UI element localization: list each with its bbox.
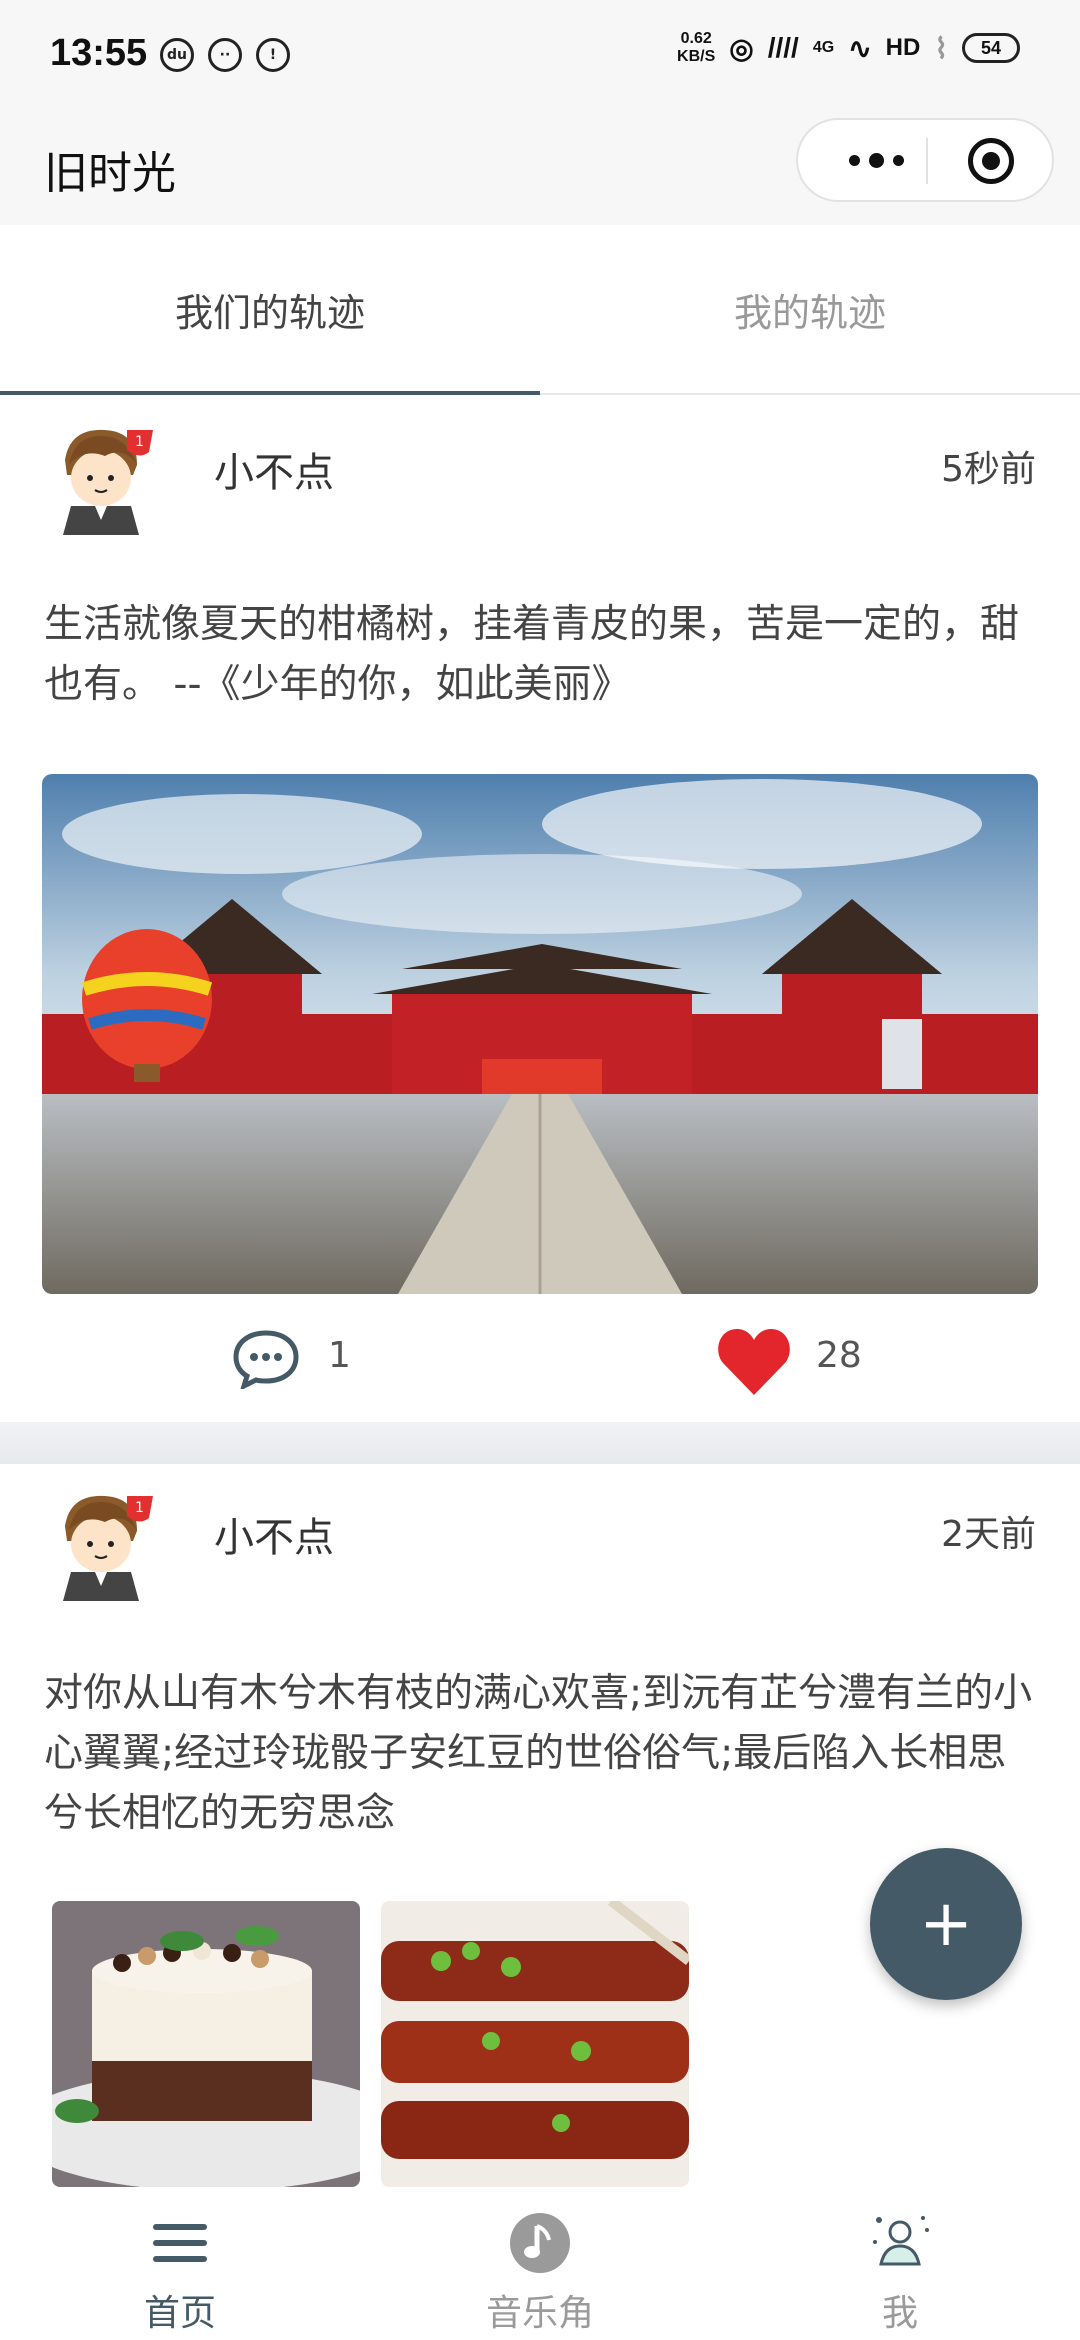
post-username: 小不点 [214, 450, 334, 496]
network-type: 4G [812, 39, 835, 56]
post-actions: 1 28 [0, 1325, 1080, 1405]
du-app-icon: du [160, 38, 194, 72]
post-image-cake[interactable] [52, 1901, 360, 2187]
net-speed: 0.62 KB/S [677, 30, 716, 65]
heart-icon[interactable] [715, 1325, 793, 1397]
status-system-icons: 0.62 KB/S ◎ //// 4G ∿ HD ⌇ 54 [677, 30, 1020, 66]
post-card: 1 小不点 5秒前 生活就像夏天的柑橘树，挂着青皮的果，苦是一定的，甜也有。 -… [0, 395, 1080, 1422]
page-title: 旧时光 [44, 148, 176, 199]
like-count: 28 [816, 1335, 862, 1376]
svg-text:1: 1 [135, 434, 144, 450]
post-text: 对你从山有木兮木有枝的满心欢喜;到沅有芷兮澧有兰的小心翼翼;经过玲珑骰子安红豆的… [44, 1671, 1033, 1836]
tab-music[interactable]: 音乐角 [360, 2190, 720, 2340]
wave-icon: ∿ [848, 32, 872, 64]
add-post-button[interactable]: + [870, 1848, 1022, 2000]
capsule-divider [926, 138, 928, 184]
post-time: 2天前 [941, 1514, 1036, 1555]
post-separator [0, 1422, 1080, 1464]
tab-me[interactable]: 我 [720, 2190, 1080, 2340]
nav-bar: 旧时光 [0, 115, 1080, 225]
alert-icon: ! [256, 38, 290, 72]
bottom-tab-bar: 首页 音乐角 我 [0, 2190, 1080, 2340]
close-target-icon[interactable] [968, 138, 1014, 184]
more-icon[interactable] [826, 120, 926, 200]
no-wifi-icon: ⌇ [934, 32, 948, 64]
person-icon [873, 2216, 929, 2266]
post-text: 生活就像夏天的柑橘树，挂着青皮的果，苦是一定的，甜也有。 --《少年的你，如此美… [44, 602, 1020, 707]
post-time: 5秒前 [941, 449, 1036, 490]
svg-text:1: 1 [135, 1500, 144, 1516]
tab-our-track[interactable]: 我们的轨迹 [0, 225, 540, 393]
avatar[interactable]: 1 [45, 1486, 155, 1601]
post-image-forbidden-city[interactable] [42, 774, 1038, 1294]
post-username: 小不点 [214, 1515, 334, 1561]
camera-icon: ◎ [729, 32, 754, 64]
battery-icon: 54 [962, 33, 1020, 63]
status-bar: 13:55 du ·· ! 0.62 KB/S ◎ //// 4G ∿ HD ⌇… [0, 0, 1080, 115]
chat-bubble-icon: ·· [208, 38, 242, 72]
music-note-icon [510, 2213, 570, 2273]
comment-count: 1 [328, 1335, 351, 1376]
status-time: 13:55 [50, 32, 148, 74]
post-image-bbq[interactable] [381, 1901, 689, 2187]
tab-my-track[interactable]: 我的轨迹 [540, 225, 1080, 393]
tab-home[interactable]: 首页 [0, 2190, 360, 2340]
avatar[interactable]: 1 [45, 420, 155, 535]
signal-icon: //// [767, 32, 799, 63]
hd-label: HD [885, 34, 921, 61]
status-notification-icons: du ·· ! [160, 38, 290, 72]
mini-program-capsule [796, 118, 1054, 202]
comment-icon[interactable] [232, 1329, 300, 1389]
menu-icon [153, 2224, 207, 2262]
track-tabs: 我们的轨迹 我的轨迹 [0, 225, 1080, 395]
